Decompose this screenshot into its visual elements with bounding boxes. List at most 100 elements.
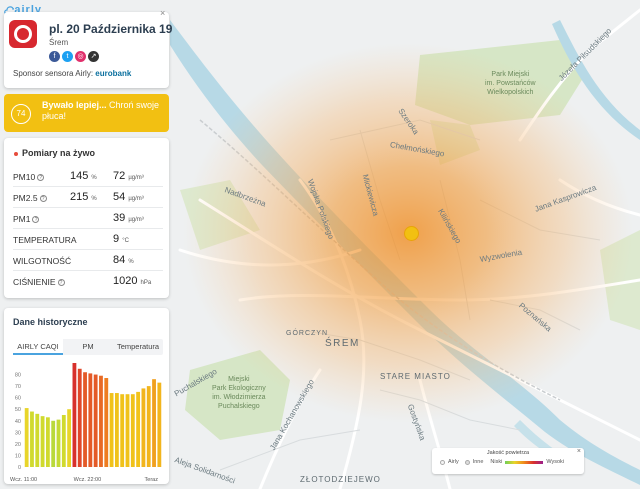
history-bar[interactable]: [130, 394, 135, 467]
history-bar[interactable]: [120, 394, 125, 467]
instagram-icon[interactable]: ◎: [75, 51, 86, 62]
facebook-icon[interactable]: f: [49, 51, 60, 62]
history-bar[interactable]: [88, 373, 93, 467]
history-bar[interactable]: [109, 393, 114, 467]
x-tick-label: Teraz: [145, 477, 159, 483]
measurement-unit: µg/m³: [128, 196, 144, 202]
history-bar[interactable]: [51, 420, 56, 467]
town-label-srem: ŚREM: [325, 338, 360, 349]
history-bar[interactable]: [104, 378, 109, 467]
measurement-row-pm25: PM2.5? 215 % 54 µg/m³: [13, 187, 163, 208]
close-panel-button[interactable]: ×: [160, 8, 165, 18]
history-bar[interactable]: [77, 368, 82, 467]
legend-close-button[interactable]: ×: [577, 448, 581, 455]
live-measurements-card: Pomiary na żywo PM10? 145 % 72 µg/m³ PM2…: [4, 138, 169, 298]
y-tick-label: 40: [15, 419, 21, 425]
measurement-percent: 145: [70, 170, 89, 182]
info-icon[interactable]: ?: [39, 195, 47, 203]
y-tick-label: 10: [15, 453, 21, 459]
y-tick-label: 70: [15, 384, 21, 390]
y-tick-label: 30: [15, 430, 21, 436]
legend-item-high: Wysoki: [546, 459, 565, 465]
sponsor-prefix: Sponsor sensora Airly:: [13, 69, 94, 78]
airly-dot-icon: [440, 459, 445, 465]
measurement-row-pm10: PM10? 145 % 72 µg/m³: [13, 166, 163, 187]
measurement-unit: hPa: [140, 280, 152, 286]
info-icon[interactable]: ?: [57, 279, 65, 287]
sensor-marker[interactable]: [404, 226, 419, 241]
measurement-label: WILGOTNOŚĆ: [13, 256, 72, 266]
history-bar[interactable]: [61, 415, 66, 467]
caqi-value-badge: 74: [11, 104, 31, 124]
measurement-row-pm1: PM1? 39 µg/m³: [13, 208, 163, 229]
history-bar[interactable]: [99, 375, 103, 467]
measurement-unit: µg/m³: [128, 217, 144, 223]
station-name: pl. 20 Października 19: [49, 22, 173, 36]
measurement-label: CIŚNIENIE: [13, 277, 56, 287]
x-tick-label: Wcz. 22:00: [74, 477, 102, 483]
station-header-card: pl. 20 Października 19 Śrem f t ◎ ↗ Spon…: [4, 12, 173, 88]
legend-item-low: Niski: [490, 459, 503, 465]
history-chart-svg: 0 10 20 30 40 50 60 70 80 Wcz. 11:00 Wcz. 22:00 Ter…: [10, 363, 162, 483]
history-bar[interactable]: [93, 374, 98, 467]
history-bar[interactable]: [72, 363, 77, 467]
measurement-value: 9: [113, 233, 120, 245]
x-tick-label: Wcz. 11:00: [10, 477, 37, 483]
sponsor-line: Sponsor sensora Airly: eurobank: [13, 69, 131, 78]
measurement-percent-unit: %: [91, 175, 97, 181]
history-bar[interactable]: [157, 382, 162, 467]
legend-gradient: [505, 460, 544, 464]
history-bar[interactable]: [125, 394, 130, 467]
station-city: Śrem: [49, 38, 69, 47]
legend-title: Jakość powietrza: [486, 450, 530, 456]
history-bar[interactable]: [30, 411, 34, 467]
history-bar[interactable]: [146, 386, 151, 467]
history-bar[interactable]: [141, 388, 146, 467]
measurement-value: 84: [113, 254, 126, 266]
history-bar[interactable]: [35, 413, 40, 467]
measurement-value: 72: [113, 170, 126, 182]
tab-airly-caqi[interactable]: AIRLY CAQI: [13, 339, 63, 355]
history-bar[interactable]: [67, 409, 72, 467]
park-label-miejski: Park Miejski im. Powstańców Wielkopolski…: [485, 71, 536, 96]
history-bar[interactable]: [24, 408, 29, 467]
measurement-percent-unit: %: [91, 196, 97, 202]
station-logo: [9, 20, 37, 48]
measurement-label: PM10: [13, 172, 36, 182]
measurement-value: 39: [113, 212, 126, 224]
tab-pm[interactable]: PM: [63, 339, 113, 355]
legend-item-airly: Airly: [448, 459, 459, 465]
tab-temperature[interactable]: Temperatura: [113, 339, 163, 355]
measurement-label: TEMPERATURA: [13, 235, 77, 245]
measurement-row-temperature: TEMPERATURA 9 °C: [13, 229, 163, 250]
share-icon[interactable]: ↗: [88, 51, 99, 62]
history-bar[interactable]: [40, 416, 45, 467]
air-quality-legend: Jakość powietrza × Airly Inne Niski Wyso…: [432, 448, 584, 474]
sponsor-name[interactable]: eurobank: [95, 69, 131, 78]
y-tick-label: 80: [15, 373, 21, 379]
history-bar[interactable]: [136, 391, 141, 467]
info-icon[interactable]: ?: [32, 216, 40, 224]
other-dot-icon: [464, 459, 470, 465]
measurement-unit: °C: [122, 238, 129, 244]
town-label-zlotodziejewo: ZŁOTODZIEJEWO: [300, 475, 381, 484]
legend-item-other: Inne: [472, 459, 484, 465]
town-label-stare-miasto: STARE MIASTO: [380, 372, 451, 381]
caqi-card: 74 Bywało lepiej... Chroń swoje płuca!: [4, 94, 169, 132]
measurement-row-pressure: CIŚNIENIE? 1020 hPa: [13, 271, 163, 292]
y-tick-label: 50: [15, 407, 21, 413]
history-chart: 0 10 20 30 40 50 60 70 80 Wcz. 11:00 Wcz. 22:00 Ter…: [10, 359, 168, 484]
history-bar[interactable]: [56, 419, 61, 467]
measurement-label: PM1: [13, 214, 31, 224]
history-bar[interactable]: [45, 417, 50, 467]
history-title: Dane historyczne: [13, 317, 88, 327]
station-panel: airly pl. 20 Października 19 Śrem f t ◎ …: [0, 0, 173, 489]
history-bar[interactable]: [114, 393, 119, 467]
info-icon[interactable]: ?: [37, 174, 45, 182]
caqi-message-bold: Bywało lepiej...: [42, 100, 107, 110]
measurement-unit: %: [128, 259, 134, 265]
twitter-icon[interactable]: t: [62, 51, 73, 62]
caqi-message: Bywało lepiej... Chroń swoje płuca!: [42, 100, 162, 122]
history-bar[interactable]: [152, 379, 156, 467]
history-bar[interactable]: [83, 372, 87, 467]
